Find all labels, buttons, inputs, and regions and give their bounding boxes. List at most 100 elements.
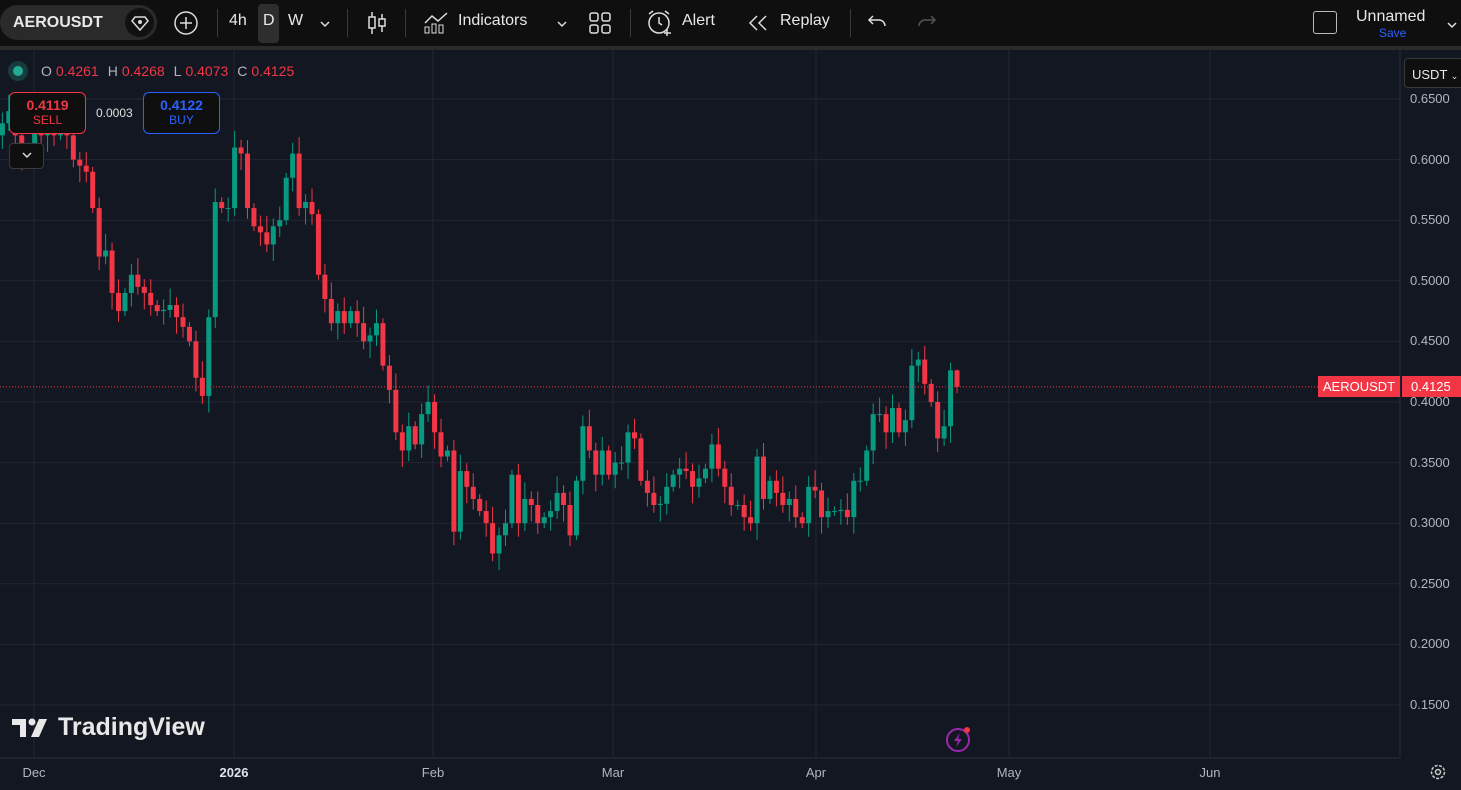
buy-button[interactable]: 0.4122 BUY <box>143 92 220 134</box>
candle-body <box>412 426 418 445</box>
symbol-search-button[interactable]: AEROUSDT <box>0 5 157 40</box>
chevron-down-icon[interactable] <box>1446 17 1458 35</box>
candle-body <box>83 165 89 172</box>
symbol-label: AEROUSDT <box>13 14 103 31</box>
candle-body <box>735 505 741 507</box>
candle-body <box>116 292 121 312</box>
candle-body <box>709 444 715 469</box>
candle-body <box>303 202 309 209</box>
replay-button[interactable]: Replay <box>780 12 830 30</box>
candle-body <box>393 389 399 433</box>
candle-body <box>528 498 534 506</box>
candle-body <box>593 450 599 475</box>
indicators-button[interactable]: Indicators <box>458 12 527 30</box>
candle-body <box>406 426 412 451</box>
symbol-price-tag: AEROUSDT <box>1318 376 1400 397</box>
save-button[interactable]: Save <box>1379 26 1406 40</box>
redo-icon[interactable] <box>915 13 937 36</box>
market-status-dot <box>13 66 23 76</box>
chevron-down-icon[interactable] <box>319 16 331 34</box>
sell-label: SELL <box>32 113 63 127</box>
time-axis-label: Mar <box>601 765 625 780</box>
lightning-icon[interactable] <box>944 725 974 758</box>
candlestick-chart[interactable] <box>0 50 1461 790</box>
candle-body <box>386 365 392 390</box>
interval-4h[interactable]: 4h <box>229 12 247 30</box>
close-value: 0.4125 <box>251 63 295 79</box>
layout-name[interactable]: Unnamed <box>1356 8 1425 26</box>
candle-body <box>148 292 154 306</box>
candle-body <box>535 505 541 524</box>
chevron-down-icon[interactable] <box>556 16 568 34</box>
candle-body <box>844 509 850 518</box>
candle-body <box>773 480 779 493</box>
candle-body <box>444 450 450 457</box>
candle-body <box>554 492 560 512</box>
layout-checkbox-icon[interactable] <box>1313 11 1337 34</box>
candle-body <box>238 147 244 154</box>
candle-body <box>561 492 567 506</box>
candle-body <box>767 480 773 499</box>
candle-body <box>664 486 670 504</box>
candle-body <box>890 408 895 433</box>
candle-body <box>522 498 528 524</box>
candle-body <box>483 511 489 524</box>
time-axis-label: Feb <box>421 765 445 780</box>
candle-body <box>870 414 876 451</box>
indicators-icon[interactable] <box>423 10 449 39</box>
settings-gear-icon[interactable] <box>1429 763 1447 786</box>
candle-body <box>877 414 883 416</box>
tradingview-logo[interactable]: TradingView <box>12 713 205 742</box>
candle-body <box>786 498 792 506</box>
compare-add-icon[interactable] <box>173 10 199 41</box>
buy-label: BUY <box>169 113 194 127</box>
candle-body <box>270 226 276 245</box>
divider <box>850 9 851 37</box>
divider <box>217 9 218 37</box>
currency-select[interactable]: USDT ⌄ <box>1404 58 1461 88</box>
candle-body <box>573 480 579 536</box>
low-value: 0.4073 <box>185 63 229 79</box>
candle-body <box>754 456 760 524</box>
time-axis-label: Dec <box>22 765 46 780</box>
candle-body <box>496 535 502 554</box>
sell-button[interactable]: 0.4119 SELL <box>9 92 86 134</box>
candle-body <box>193 341 199 378</box>
layout-grid-icon[interactable] <box>589 12 611 39</box>
candle-body <box>728 486 734 506</box>
candle-body <box>632 432 637 439</box>
candle-body <box>793 498 799 518</box>
candle-body <box>70 135 76 160</box>
candle-body <box>567 505 573 536</box>
candle-body <box>457 471 463 532</box>
candle-body <box>451 450 457 532</box>
open-label: O <box>41 63 52 79</box>
candle-body <box>103 250 109 257</box>
candles-chart-type-icon[interactable] <box>366 11 388 40</box>
candle-body <box>154 305 160 312</box>
price-axis-label: 0.5000 <box>1410 272 1450 288</box>
candle-body <box>367 335 373 342</box>
interval-w[interactable]: W <box>288 12 303 30</box>
candle-body <box>909 365 915 421</box>
candle-body <box>857 480 863 482</box>
candle-body <box>851 480 857 518</box>
candle-body <box>212 202 218 318</box>
candle-body <box>315 214 321 275</box>
alarm-clock-icon[interactable] <box>646 9 674 42</box>
candle-body <box>328 298 334 324</box>
candle-body <box>915 359 921 366</box>
replay-rewind-icon[interactable] <box>747 13 769 38</box>
diamond-icon[interactable] <box>125 8 154 37</box>
candle-body <box>864 450 870 481</box>
alert-button[interactable]: Alert <box>682 12 715 30</box>
divider <box>630 9 631 37</box>
candle-body <box>425 402 431 415</box>
buy-price: 0.4122 <box>160 97 203 113</box>
candle-body <box>612 462 618 475</box>
undo-icon[interactable] <box>867 13 889 36</box>
collapse-chevron-icon[interactable] <box>9 143 44 169</box>
candle-body <box>683 468 689 472</box>
interval-d[interactable]: D <box>263 12 275 30</box>
candle-body <box>206 317 212 396</box>
